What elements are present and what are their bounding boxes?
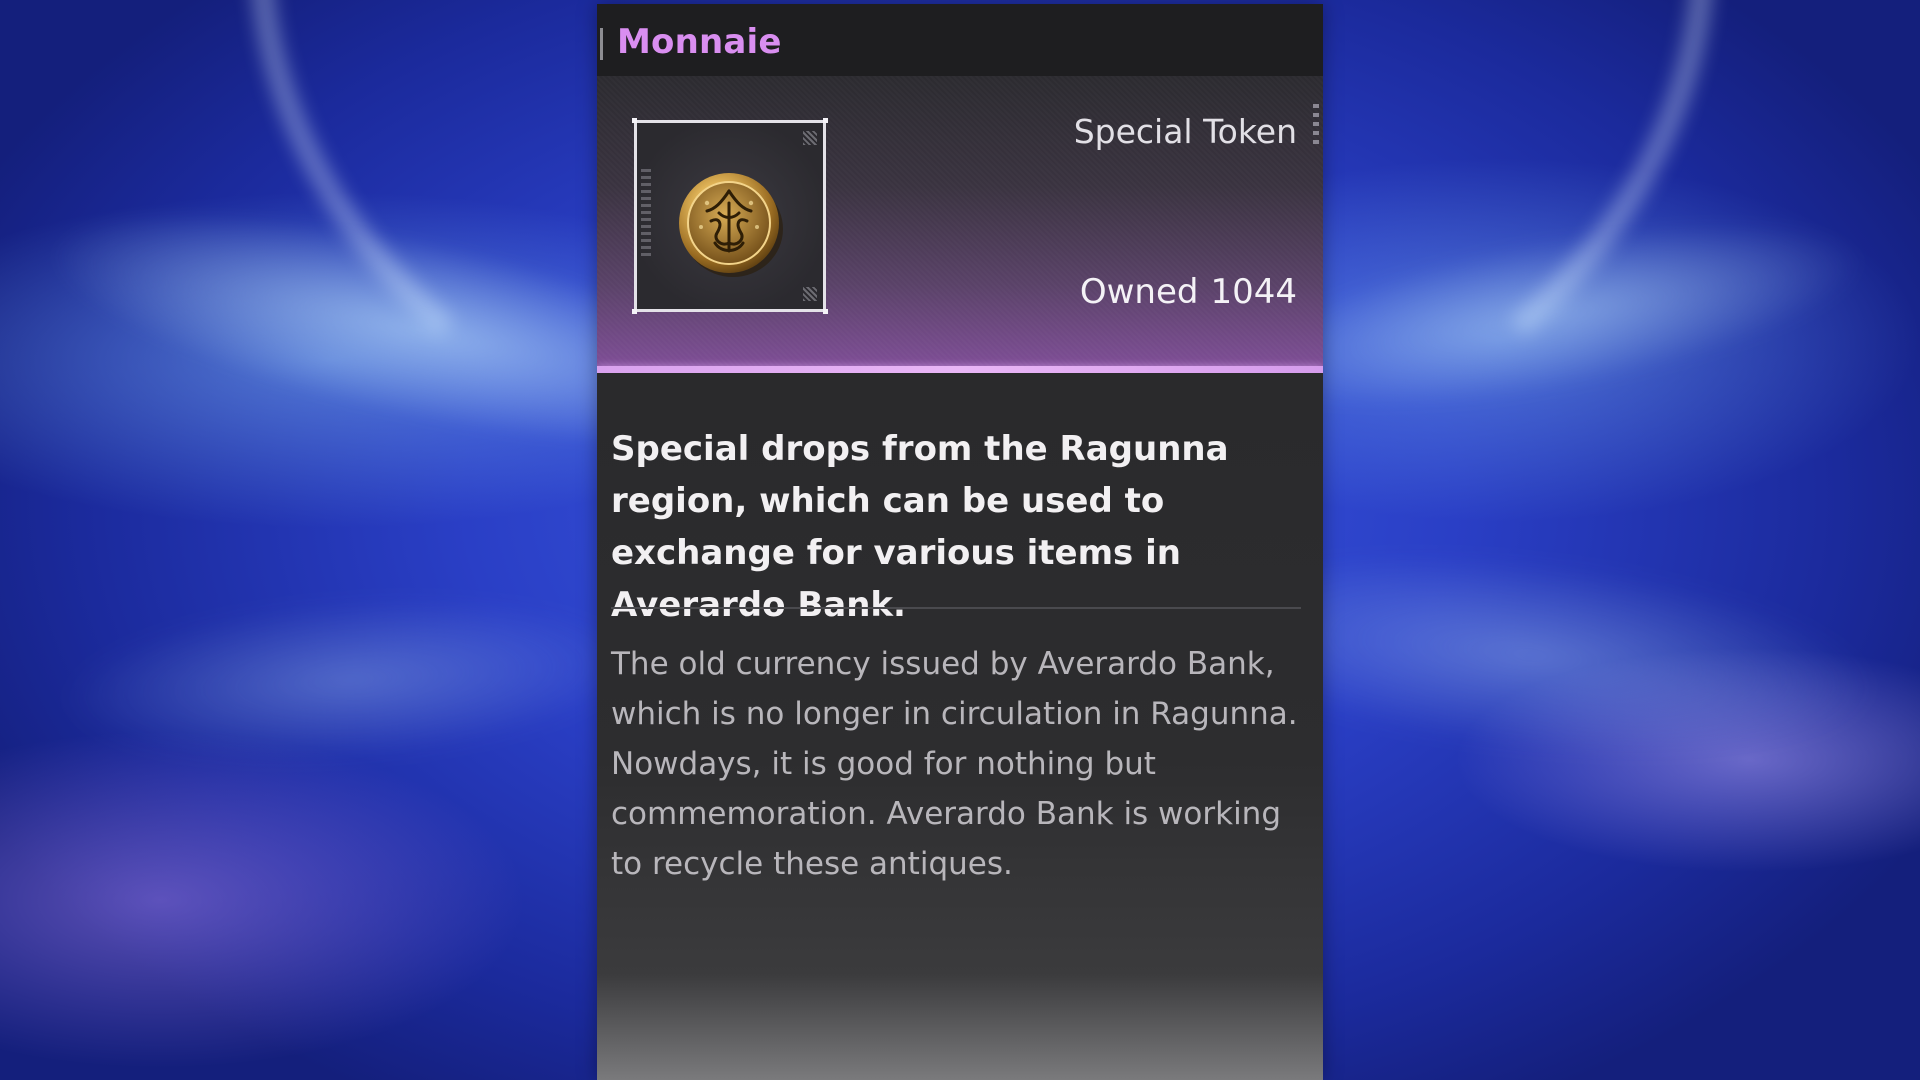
decorative-dots bbox=[1313, 104, 1319, 144]
item-effect-description: Special drops from the Ragunna region, w… bbox=[611, 429, 1229, 625]
frame-corner bbox=[632, 118, 637, 123]
item-detail-panel: Monnaie Special Token Owned 1044 Special… bbox=[597, 4, 1323, 1080]
card-corner-mark bbox=[610, 94, 618, 102]
frame-hatch bbox=[803, 131, 817, 145]
frame-corner bbox=[632, 309, 637, 314]
frame-decoration bbox=[641, 169, 651, 259]
item-type-label: Special Token bbox=[1073, 112, 1297, 151]
game-background: Monnaie Special Token Owned 1044 Special… bbox=[0, 0, 1920, 1080]
lore-paragraph: Nowdays, it is good for nothing but comm… bbox=[611, 746, 1282, 882]
item-card: Special Token Owned 1044 bbox=[597, 76, 1323, 366]
accent-divider bbox=[597, 366, 1323, 373]
panel-header: Monnaie bbox=[597, 4, 1323, 76]
lore-paragraph: The old currency issued by Averardo Bank… bbox=[611, 646, 1298, 732]
card-corner-mark bbox=[610, 330, 618, 338]
description-area: Special drops from the Ragunna region, w… bbox=[597, 373, 1323, 1080]
owned-count: 1044 bbox=[1210, 272, 1297, 312]
light-streak bbox=[55, 579, 645, 781]
item-lore: The old currency issued by Averardo Bank… bbox=[611, 639, 1301, 889]
item-name: Monnaie bbox=[617, 22, 782, 62]
header-marker bbox=[600, 28, 603, 60]
frame-corner bbox=[823, 118, 828, 123]
section-divider bbox=[611, 607, 1301, 609]
item-icon-frame bbox=[632, 118, 828, 314]
owned-label: Owned bbox=[1079, 272, 1199, 312]
frame-corner bbox=[823, 309, 828, 314]
frame-hatch bbox=[803, 287, 817, 301]
gold-coin-icon bbox=[679, 173, 783, 277]
owned-count-row: Owned 1044 bbox=[1080, 272, 1297, 312]
